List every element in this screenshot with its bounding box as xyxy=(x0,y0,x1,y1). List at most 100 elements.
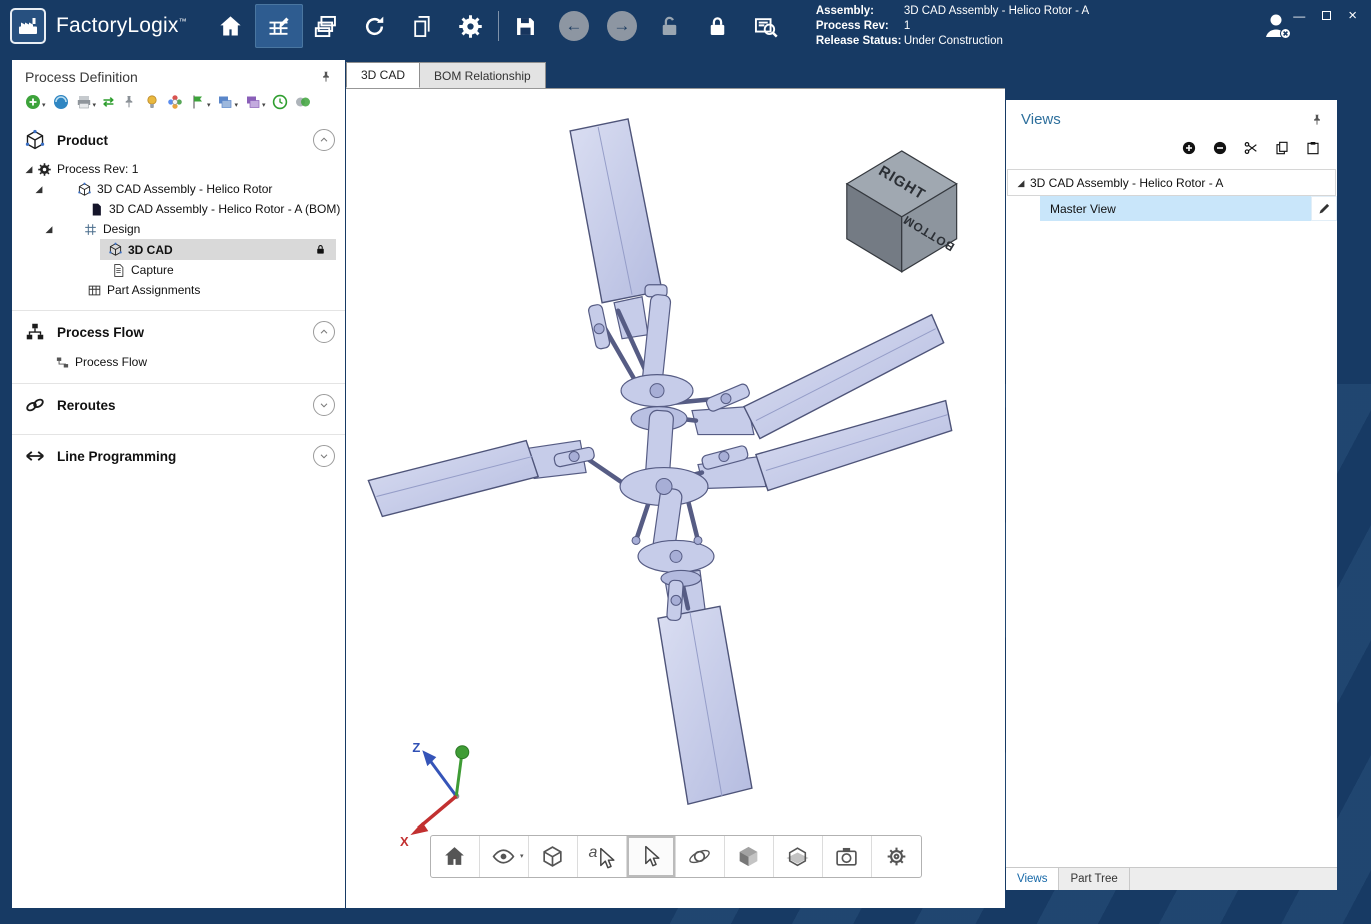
tree-item-capture[interactable]: Capture xyxy=(12,260,345,280)
tab-part-tree[interactable]: Part Tree xyxy=(1059,868,1129,890)
record-button[interactable] xyxy=(295,94,311,110)
tree-item-cad-assembly[interactable]: ◢ 3D CAD Assembly - Helico Rotor xyxy=(12,179,345,199)
flag-button[interactable]: ▾ xyxy=(190,94,211,110)
expander-icon[interactable]: ◢ xyxy=(34,184,44,194)
user-button[interactable] xyxy=(1261,10,1293,42)
process-rev-label: Process Rev: xyxy=(816,19,904,34)
product-section: Product ◢ Process Rev: 1 ◢ 3D CAD Assemb… xyxy=(12,119,345,310)
rotor-hub xyxy=(553,285,751,621)
process-toolbar: ▾ ▾ ⇄ ▾ ▾ ▾ xyxy=(12,87,345,119)
expander-icon[interactable]: ◢ xyxy=(24,164,34,174)
stack-purple-button[interactable]: ▾ xyxy=(245,94,266,110)
save-button[interactable] xyxy=(502,4,550,48)
views-root-item[interactable]: ◢ 3D CAD Assembly - Helico Rotor - A xyxy=(1007,169,1336,196)
machine-programming-button[interactable] xyxy=(742,4,790,48)
flower-icon xyxy=(167,94,183,110)
section-process-flow-header[interactable]: Process Flow xyxy=(12,313,345,351)
visibility-button[interactable]: ▾ xyxy=(480,836,529,877)
expand-reroutes-button[interactable] xyxy=(313,394,335,416)
sync-icon xyxy=(361,13,388,40)
expander-icon[interactable]: ◢ xyxy=(1016,178,1026,188)
process-grid-pencil-icon xyxy=(265,13,292,40)
process-panel-title: Process Definition xyxy=(25,69,319,85)
close-button[interactable]: × xyxy=(1348,8,1357,23)
globe-icon xyxy=(53,94,69,110)
options-flower-button[interactable] xyxy=(167,94,183,110)
pin-icon[interactable] xyxy=(1310,113,1324,127)
link-button[interactable] xyxy=(53,94,69,110)
orbit-button[interactable] xyxy=(676,836,725,877)
text-select-button[interactable]: a xyxy=(578,836,627,877)
tree-item-3d-cad[interactable]: 3D CAD xyxy=(100,239,336,260)
expander-icon[interactable]: ◢ xyxy=(44,224,54,234)
master-view-item[interactable]: Master View xyxy=(1040,196,1337,221)
cursor-icon xyxy=(593,846,618,871)
tree-item-process-rev[interactable]: ◢ Process Rev: 1 xyxy=(12,159,345,179)
stack-blue-button[interactable]: ▾ xyxy=(217,94,238,110)
save-icon xyxy=(512,13,539,40)
lock-button[interactable] xyxy=(694,4,742,48)
materials-button[interactable] xyxy=(303,4,351,48)
add-view-button[interactable] xyxy=(1181,140,1197,156)
orientation-cube[interactable]: RIGHT BOTTOM FRONT xyxy=(835,151,957,272)
snapshot-button[interactable] xyxy=(823,836,872,877)
maximize-button[interactable] xyxy=(1322,11,1331,20)
collapse-process-flow-button[interactable] xyxy=(313,321,335,343)
expand-line-programming-button[interactable] xyxy=(313,445,335,467)
chevron-down-icon xyxy=(318,450,330,462)
tree-item-design[interactable]: ◢ Design xyxy=(12,219,345,239)
paste-view-button[interactable] xyxy=(1305,140,1321,156)
edit-view-button[interactable] xyxy=(1311,196,1337,221)
section-product-header[interactable]: Product xyxy=(12,121,345,159)
isometric-button[interactable] xyxy=(725,836,774,877)
home-button[interactable] xyxy=(207,4,255,48)
lock-icon xyxy=(704,13,731,40)
tree-item-part-assignments[interactable]: Part Assignments xyxy=(12,280,345,300)
back-button[interactable]: ← xyxy=(550,4,598,48)
user-icon xyxy=(1261,10,1293,42)
cut-view-button[interactable] xyxy=(1243,140,1259,156)
pointer-button[interactable] xyxy=(627,836,676,877)
product-icon xyxy=(24,129,46,151)
tab-label: BOM Relationship xyxy=(434,69,531,83)
system-settings-button[interactable] xyxy=(447,4,495,48)
pin-item-button[interactable] xyxy=(121,94,137,110)
remove-view-button[interactable] xyxy=(1212,140,1228,156)
forward-button[interactable]: → xyxy=(598,4,646,48)
chain-loop-icon xyxy=(24,394,46,416)
copy-icon xyxy=(1274,140,1290,156)
viewport-settings-button[interactable] xyxy=(872,836,921,877)
minimize-button[interactable]: — xyxy=(1293,10,1305,22)
tree-item-label: 3D CAD Assembly - Helico Rotor xyxy=(97,182,272,196)
gear-icon xyxy=(37,162,52,177)
copy-view-button[interactable] xyxy=(1274,140,1290,156)
tab-bom-relationship[interactable]: BOM Relationship xyxy=(420,62,546,88)
add-button[interactable]: ▾ xyxy=(25,94,46,110)
projection-button[interactable] xyxy=(529,836,578,877)
section-line-programming-header[interactable]: Line Programming xyxy=(12,437,345,475)
tab-views[interactable]: Views xyxy=(1006,868,1059,890)
views-root-label: 3D CAD Assembly - Helico Rotor - A xyxy=(1030,176,1223,190)
cad-viewport[interactable]: RIGHT BOTTOM FRONT Z X ▾ a xyxy=(346,88,1005,908)
transfer-button[interactable]: ⇄ xyxy=(103,94,114,110)
sync-button[interactable] xyxy=(351,4,399,48)
history-button[interactable] xyxy=(272,94,288,110)
plus-circle-icon xyxy=(1181,140,1197,156)
tree-item-process-flow[interactable]: Process Flow xyxy=(12,351,345,373)
collapse-product-button[interactable] xyxy=(313,129,335,151)
documents-button[interactable] xyxy=(399,4,447,48)
tree-item-bom[interactable]: 3D CAD Assembly - Helico Rotor - A (BOM) xyxy=(12,199,345,219)
section-button[interactable] xyxy=(774,836,823,877)
print-button[interactable]: ▾ xyxy=(76,94,97,110)
process-definition-button[interactable] xyxy=(255,4,303,48)
documents-icon xyxy=(409,13,436,40)
lamp-button[interactable] xyxy=(144,94,160,110)
pin-icon[interactable] xyxy=(319,70,333,84)
tab-3d-cad[interactable]: 3D CAD xyxy=(346,62,420,88)
machine-search-icon xyxy=(752,13,779,40)
reset-view-button[interactable] xyxy=(431,836,480,877)
pointer-cursor-icon xyxy=(638,844,663,869)
unlock-button[interactable] xyxy=(646,4,694,48)
caret-down-icon: ▾ xyxy=(262,101,266,110)
section-reroutes-header[interactable]: Reroutes xyxy=(12,386,345,424)
